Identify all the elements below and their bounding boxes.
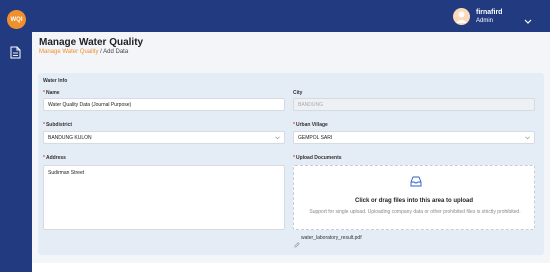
paperclip-icon <box>294 235 300 253</box>
uploaded-file[interactable]: water_laboratory_result.pdf <box>301 235 362 241</box>
subdistrict-select[interactable]: BANDUNG KULON <box>43 131 285 144</box>
upload-hint: Support for single upload. Uploading com… <box>309 209 521 215</box>
chevron-down-icon <box>525 136 530 142</box>
address-label: *Address <box>43 155 66 161</box>
breadcrumb: Manage Water Quality / Add Data <box>39 49 128 55</box>
upload-dropzone[interactable]: Click or drag files into this area to up… <box>293 165 535 230</box>
city-value: BANDUNG <box>298 101 324 108</box>
subdistrict-label: *Subdistrict <box>43 122 73 128</box>
subdistrict-value: BANDUNG KULON <box>48 134 92 141</box>
top-bar: firnafird Admin <box>32 0 550 32</box>
breadcrumb-current: Add Data <box>103 49 129 55</box>
bottom-strip <box>32 263 550 272</box>
avatar[interactable] <box>453 8 470 25</box>
user-role: Admin <box>476 18 494 24</box>
upload-title: Click or drag files into this area to up… <box>354 198 474 204</box>
section-title: Water Info <box>43 78 68 84</box>
name-input[interactable]: Water Quality Data (Journal Purpose) <box>43 98 285 111</box>
user-name: firnafird <box>476 9 503 16</box>
breadcrumb-link-manage-water-quality[interactable]: Manage Water Quality <box>39 49 98 55</box>
document-icon[interactable] <box>10 46 21 64</box>
page-title: Manage Water Quality <box>39 37 144 48</box>
city-label: City <box>293 90 303 96</box>
inbox-icon <box>410 174 422 192</box>
chevron-down-icon[interactable] <box>524 12 532 30</box>
app-logo[interactable]: WQI <box>7 10 26 29</box>
sidebar: WQI <box>0 0 32 272</box>
urban-village-select[interactable]: GEMPOL SARI <box>293 131 535 144</box>
urban-village-value: GEMPOL SARI <box>298 134 333 141</box>
name-label: *Name <box>43 90 60 96</box>
water-info-card: Water Info *Name Water Quality Data (Jou… <box>38 73 544 255</box>
address-textarea[interactable]: Sudirman Street <box>43 165 285 230</box>
city-select: BANDUNG <box>293 98 535 111</box>
urban-village-label: *Urban Village <box>293 122 328 128</box>
upload-label: *Upload Documents <box>293 155 342 161</box>
chevron-down-icon <box>275 136 280 142</box>
main-content: Manage Water Quality Manage Water Qualit… <box>32 32 550 272</box>
